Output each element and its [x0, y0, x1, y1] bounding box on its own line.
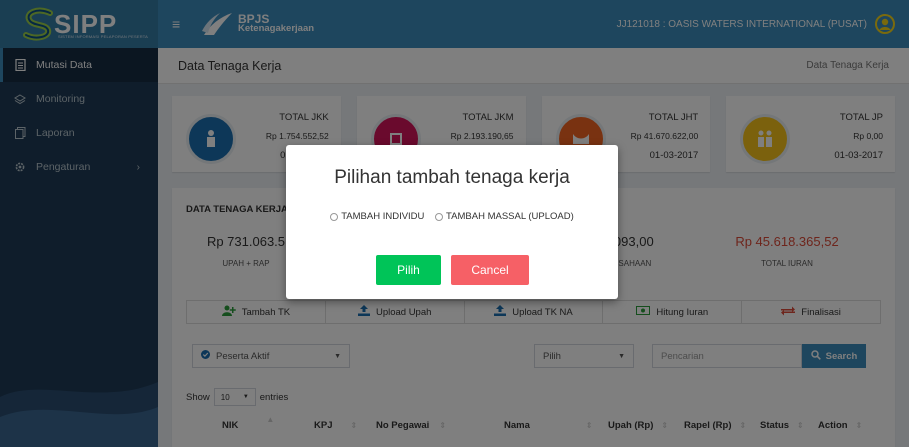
radio-tambah-massal[interactable]: TAMBAH MASSAL (UPLOAD)	[435, 211, 574, 222]
radio-tambah-individu[interactable]: TAMBAH INDIVIDU	[330, 211, 424, 222]
radio-circle[interactable]	[330, 212, 339, 221]
pilih-button[interactable]: Pilih	[376, 255, 441, 285]
radio-label: TAMBAH MASSAL (UPLOAD)	[446, 211, 574, 222]
radio-circle[interactable]	[435, 212, 444, 221]
add-worker-modal: Pilihan tambah tenaga kerja TAMBAH INDIV…	[286, 145, 618, 299]
radio-label: TAMBAH INDIVIDU	[341, 211, 425, 222]
modal-title: Pilihan tambah tenaga kerja	[334, 167, 570, 188]
option-group: TAMBAH INDIVIDU TAMBAH MASSAL (UPLOAD)	[286, 211, 618, 224]
cancel-button[interactable]: Cancel	[451, 255, 529, 285]
